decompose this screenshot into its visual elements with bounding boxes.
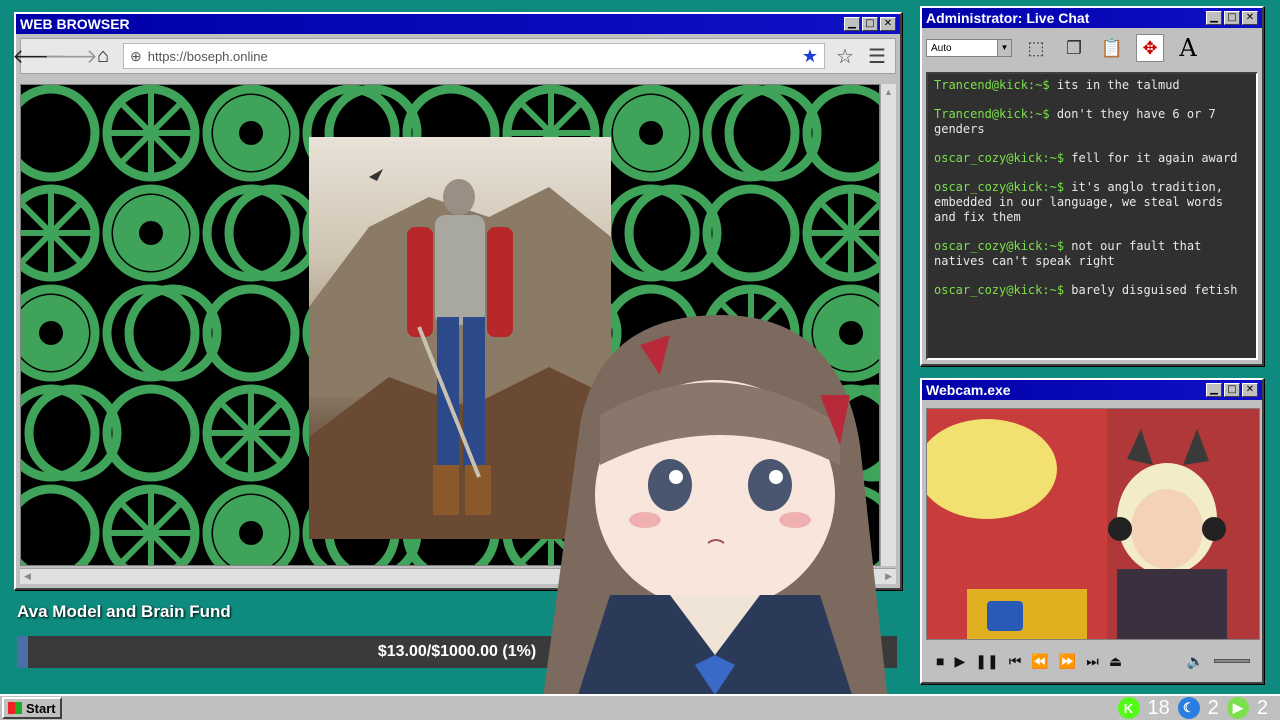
browser-titlebar[interactable]: WEB BROWSER ▁ □ ✕ (16, 14, 900, 34)
wheel-symbol (802, 184, 879, 282)
chat-username: Trancend@kick:~$ (934, 78, 1050, 92)
webcam-avatar (927, 409, 1259, 639)
chat-text: barely disguised fetish (1064, 283, 1238, 297)
webcam-title: Webcam.exe (926, 382, 1011, 398)
url-text: https://boseph.online (147, 48, 268, 64)
wheel-symbol (21, 85, 100, 182)
wheel-symbol (102, 85, 200, 182)
chat-message: oscar_cozy@kick:~$ it's anglo tradition,… (934, 180, 1250, 225)
copy-icon[interactable]: ❐ (1060, 34, 1088, 62)
wheel-symbol (202, 384, 300, 482)
kick-icon[interactable]: K (1117, 697, 1140, 719)
font-icon[interactable]: A (1174, 34, 1202, 62)
select-value: Auto (931, 42, 952, 54)
media-controls: ■ ▶ ❚❚ ⏮ ⏪ ⏩ ⏭ ⏏ 🔉 (928, 646, 1258, 676)
minimize-button[interactable]: ▁ (1206, 383, 1222, 397)
close-button[interactable]: ✕ (1242, 11, 1258, 25)
scroll-up-icon[interactable]: ▲ (881, 84, 896, 100)
maximize-button[interactable]: □ (862, 17, 878, 31)
bookmark-star-icon[interactable]: ★ (802, 46, 818, 67)
favorites-star-icon[interactable]: ☆ (833, 44, 857, 68)
chat-title: Administrator: Live Chat (926, 10, 1090, 26)
scroll-left-icon[interactable]: ◀ (24, 571, 31, 582)
select-region-icon[interactable]: ⬚ (1022, 34, 1050, 62)
wheel-symbol (202, 85, 300, 182)
volume-icon[interactable]: 🔉 (1187, 653, 1204, 670)
wheel-symbol (21, 184, 100, 282)
wheel-symbol (21, 484, 100, 565)
chat-username: oscar_cozy@kick:~$ (934, 283, 1065, 297)
vtuber-avatar (540, 315, 890, 720)
chat-message: oscar_cozy@kick:~$ barely disguised feti… (934, 283, 1250, 298)
play-icon[interactable]: ▶ (1226, 697, 1249, 719)
chat-message: Trancend@kick:~$ don't they have 6 or 7 … (934, 107, 1250, 137)
globe-icon: ⊕ (130, 47, 142, 64)
chat-message: oscar_cozy@kick:~$ fell for it again awa… (934, 151, 1250, 166)
fund-title: Ava Model and Brain Fund (17, 602, 231, 621)
taskbar: Start K 18 ☾ 2 ▶ 2 (0, 694, 1280, 720)
wheel-symbol (202, 184, 322, 282)
paste-icon[interactable]: 📋 (1098, 34, 1126, 62)
maximize-button[interactable]: □ (1224, 383, 1240, 397)
chat-message: Trancend@kick:~$ its in the talmud (934, 78, 1250, 93)
tray-count: 18 (1147, 696, 1170, 719)
minimize-button[interactable]: ▁ (1206, 11, 1222, 25)
wheel-symbol (102, 184, 200, 282)
chat-message: oscar_cozy@kick:~$ not our fault that na… (934, 239, 1250, 269)
chat-username: oscar_cozy@kick:~$ (934, 239, 1065, 253)
skip-forward-icon[interactable]: ⏭ (1086, 653, 1099, 670)
chat-toolbar: Auto ▼ ⬚ ❐ 📋 ✥ A (922, 28, 1262, 68)
move-icon[interactable]: ✥ (1136, 34, 1164, 62)
start-label: Start (26, 700, 56, 716)
pause-icon[interactable]: ❚❚ (975, 653, 998, 670)
webcam-window: Webcam.exe ▁ □ ✕ ■ ▶ ❚❚ ⏮ ⏪ ⏩ ⏭ ⏏ 🔉 (920, 378, 1264, 684)
chat-username: oscar_cozy@kick:~$ (934, 151, 1065, 165)
stop-icon[interactable]: ■ (936, 653, 944, 669)
chat-text: its in the talmud (1049, 78, 1180, 92)
wheel-symbol (102, 484, 200, 565)
close-button[interactable]: ✕ (1242, 383, 1258, 397)
wheel-symbol (702, 85, 822, 182)
address-bar[interactable]: ⊕ https://boseph.online ★ (123, 43, 825, 69)
maximize-button[interactable]: □ (1224, 11, 1240, 25)
chat-titlebar[interactable]: Administrator: Live Chat ▁ □ ✕ (922, 8, 1262, 28)
wheel-symbol (602, 184, 722, 282)
webcam-feed (926, 408, 1260, 640)
chat-username: oscar_cozy@kick:~$ (934, 180, 1065, 194)
windows-logo-icon (8, 702, 22, 714)
system-tray: K 18 ☾ 2 ▶ 2 (1117, 696, 1279, 720)
browser-navbar: 🡐 🡒 ⌂ ⊕ https://boseph.online ★ ☆ ☰ (12, 38, 896, 74)
start-button[interactable]: Start (2, 697, 62, 719)
close-button[interactable]: ✕ (880, 17, 896, 31)
fast-forward-icon[interactable]: ⏩ (1059, 653, 1076, 670)
wheel-symbol (102, 284, 222, 382)
minimize-button[interactable]: ▁ (844, 17, 860, 31)
tray-count: 2 (1207, 696, 1219, 719)
wheel-symbol (602, 85, 700, 182)
browser-title: WEB BROWSER (20, 16, 130, 32)
webcam-titlebar[interactable]: Webcam.exe ▁ □ ✕ (922, 380, 1262, 400)
home-icon[interactable]: ⌂ (91, 44, 115, 68)
live-chat-window: Administrator: Live Chat ▁ □ ✕ Auto ▼ ⬚ … (920, 6, 1264, 366)
play-icon[interactable]: ▶ (954, 653, 965, 670)
volume-slider[interactable] (1214, 659, 1250, 663)
chevron-down-icon[interactable]: ▼ (997, 40, 1011, 56)
chat-username: Trancend@kick:~$ (934, 107, 1050, 121)
tray-count: 2 (1256, 696, 1268, 719)
chat-text: fell for it again award (1064, 151, 1238, 165)
menu-icon[interactable]: ☰ (865, 44, 889, 68)
forward-icon[interactable]: 🡒 (44, 44, 98, 68)
eject-icon[interactable]: ⏏ (1109, 653, 1122, 670)
moon-icon[interactable]: ☾ (1177, 697, 1200, 719)
wheel-symbol (21, 284, 100, 382)
rewind-icon[interactable]: ⏪ (1031, 653, 1048, 670)
chat-log[interactable]: Trancend@kick:~$ its in the talmud Trance… (926, 72, 1258, 360)
font-size-select[interactable]: Auto ▼ (926, 39, 1012, 57)
skip-back-icon[interactable]: ⏮ (1009, 653, 1022, 670)
wheel-symbol (202, 484, 300, 565)
